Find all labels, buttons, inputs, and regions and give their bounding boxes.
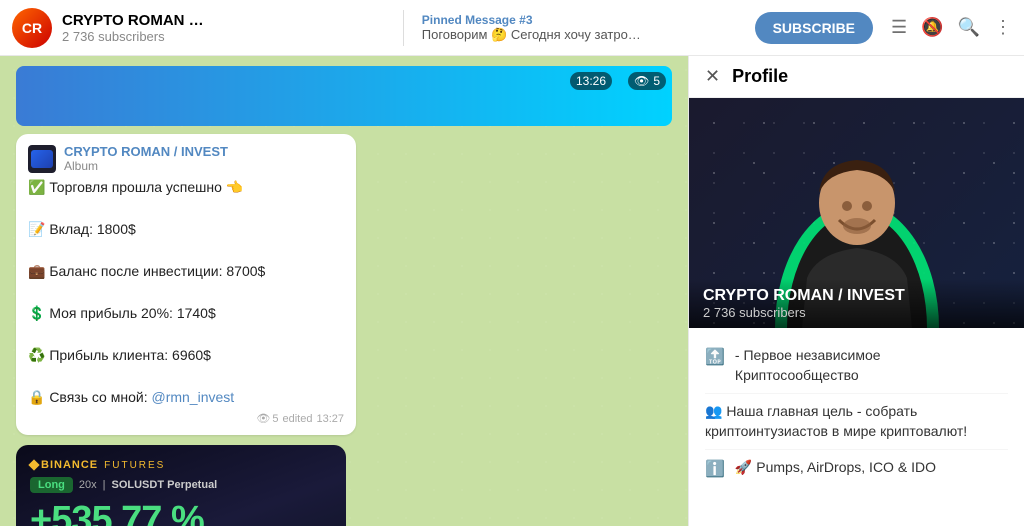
diamond-icon <box>28 459 39 470</box>
message-type: Album <box>64 159 228 173</box>
view-count: 5 <box>653 74 660 88</box>
mute-icon[interactable]: 🔕 <box>921 17 943 38</box>
chat-area[interactable]: 13:26 👁 5 CRYPTO ROMAN / INVEST Album ✅ … <box>0 56 688 526</box>
msg-line5: ♻️ Прибыль клиента: 6960$ <box>28 345 344 366</box>
message-header: CRYPTO ROMAN / INVEST Album <box>28 144 344 173</box>
message-footer: 👁 5 edited 13:27 <box>28 412 344 425</box>
msg-line4: 💲 Моя прибыль 20%: 1740$ <box>28 303 344 324</box>
close-button[interactable]: ✕ <box>705 66 720 87</box>
chat-header: CR CRYPTO ROMAN … 2 736 subscribers Pinn… <box>0 0 1024 56</box>
media-strip: 13:26 👁 5 <box>16 66 672 126</box>
eye-icon: 👁 <box>634 74 649 88</box>
direction-tag: Long <box>30 477 73 493</box>
channel-info: CRYPTO ROMAN … 2 736 subscribers <box>62 12 385 44</box>
leverage-tag: 20x <box>79 479 97 491</box>
profile-title: Profile <box>732 66 1008 87</box>
profile-subscribers: 2 736 subscribers <box>703 305 1010 320</box>
sender-avatar <box>28 145 56 173</box>
binance-logo: BINANCE <box>30 459 98 471</box>
filter-icon[interactable]: ☰ <box>891 17 907 38</box>
avatar-inner <box>31 150 53 168</box>
subscriber-count: 2 736 subscribers <box>62 29 385 44</box>
more-icon[interactable]: ⋮ <box>994 17 1012 38</box>
msg-line1: ✅ Торговля прошла успешно 👈 <box>28 177 344 198</box>
media-timer: 13:26 <box>570 72 612 90</box>
msg-line6: 🔒 Связь со мной: @rmn_invest <box>28 387 344 408</box>
message-time: 13:27 <box>316 413 344 425</box>
msg-line2: 📝 Вклад: 1800$ <box>28 219 344 240</box>
desc3-text: 🚀 Pumps, AirDrops, ICO & IDO <box>735 458 936 478</box>
media-counter: 👁 5 <box>628 72 666 90</box>
info-item-2: 👥 Наша главная цель - собрать криптоинту… <box>705 394 1008 450</box>
subscribe-button[interactable]: SUBSCRIBE <box>755 12 873 44</box>
profile-channel-name: CRYPTO ROMAN / INVEST <box>703 287 1010 305</box>
msg-line3: 💼 Баланс после инвестиции: 8700$ <box>28 261 344 282</box>
header-divider <box>403 10 404 46</box>
header-actions: ☰ 🔕 🔍 ⋮ <box>891 17 1012 38</box>
binance-card: BINANCE FUTURES Long 20x | SOLUSDT Perpe… <box>16 445 346 526</box>
desc2-text: 👥 Наша главная цель - собрать криптоинту… <box>705 402 1008 441</box>
contact-link[interactable]: @rmn_invest <box>151 389 234 405</box>
separator: | <box>103 479 106 491</box>
channel-avatar: CR <box>12 8 52 48</box>
info-item-3: ℹ️ 🚀 Pumps, AirDrops, ICO & IDO <box>705 450 1008 489</box>
pinned-label: Pinned Message #3 <box>422 13 745 27</box>
info-item-1: 🔝 - Первое независимое Криптосообщество <box>705 338 1008 394</box>
profile-photo-area: CRYPTO ROMAN / INVEST 2 736 subscribers <box>689 98 1024 328</box>
message-bubble: CRYPTO ROMAN / INVEST Album ✅ Торговля п… <box>16 134 356 435</box>
profile-name-area: CRYPTO ROMAN / INVEST 2 736 subscribers <box>689 279 1024 328</box>
profile-info: 🔝 - Первое независимое Криптосообщество … <box>689 328 1024 500</box>
top-icon: 🔝 <box>705 347 725 369</box>
message-body: ✅ Торговля прошла успешно 👈 📝 Вклад: 180… <box>28 177 344 408</box>
info-icon: ℹ️ <box>705 459 725 481</box>
desc1-text: - Первое независимое Криптосообщество <box>735 346 1008 385</box>
binance-tags: Long 20x | SOLUSDT Perpetual <box>30 477 332 493</box>
profile-header-bar: ✕ Profile <box>689 56 1024 98</box>
sender-name: CRYPTO ROMAN / INVEST <box>64 144 228 159</box>
sender-info: CRYPTO ROMAN / INVEST Album <box>64 144 228 173</box>
main-content: 13:26 👁 5 CRYPTO ROMAN / INVEST Album ✅ … <box>0 56 1024 526</box>
percentage: +535,77 % <box>30 499 332 526</box>
pair-tag: SOLUSDT Perpetual <box>112 479 218 491</box>
avatar-initials: CR <box>22 20 42 36</box>
view-count: 👁 5 <box>256 412 278 425</box>
pinned-text: Поговорим 🤔 Сегодня хочу затро… <box>422 27 745 43</box>
channel-name[interactable]: CRYPTO ROMAN … <box>62 12 385 29</box>
search-icon[interactable]: 🔍 <box>958 17 980 38</box>
profile-panel: ✕ Profile <box>688 56 1024 526</box>
pinned-message[interactable]: Pinned Message #3 Поговорим 🤔 Сегодня хо… <box>422 13 745 43</box>
binance-header: BINANCE FUTURES <box>30 459 332 471</box>
edited-label: edited <box>282 413 312 425</box>
